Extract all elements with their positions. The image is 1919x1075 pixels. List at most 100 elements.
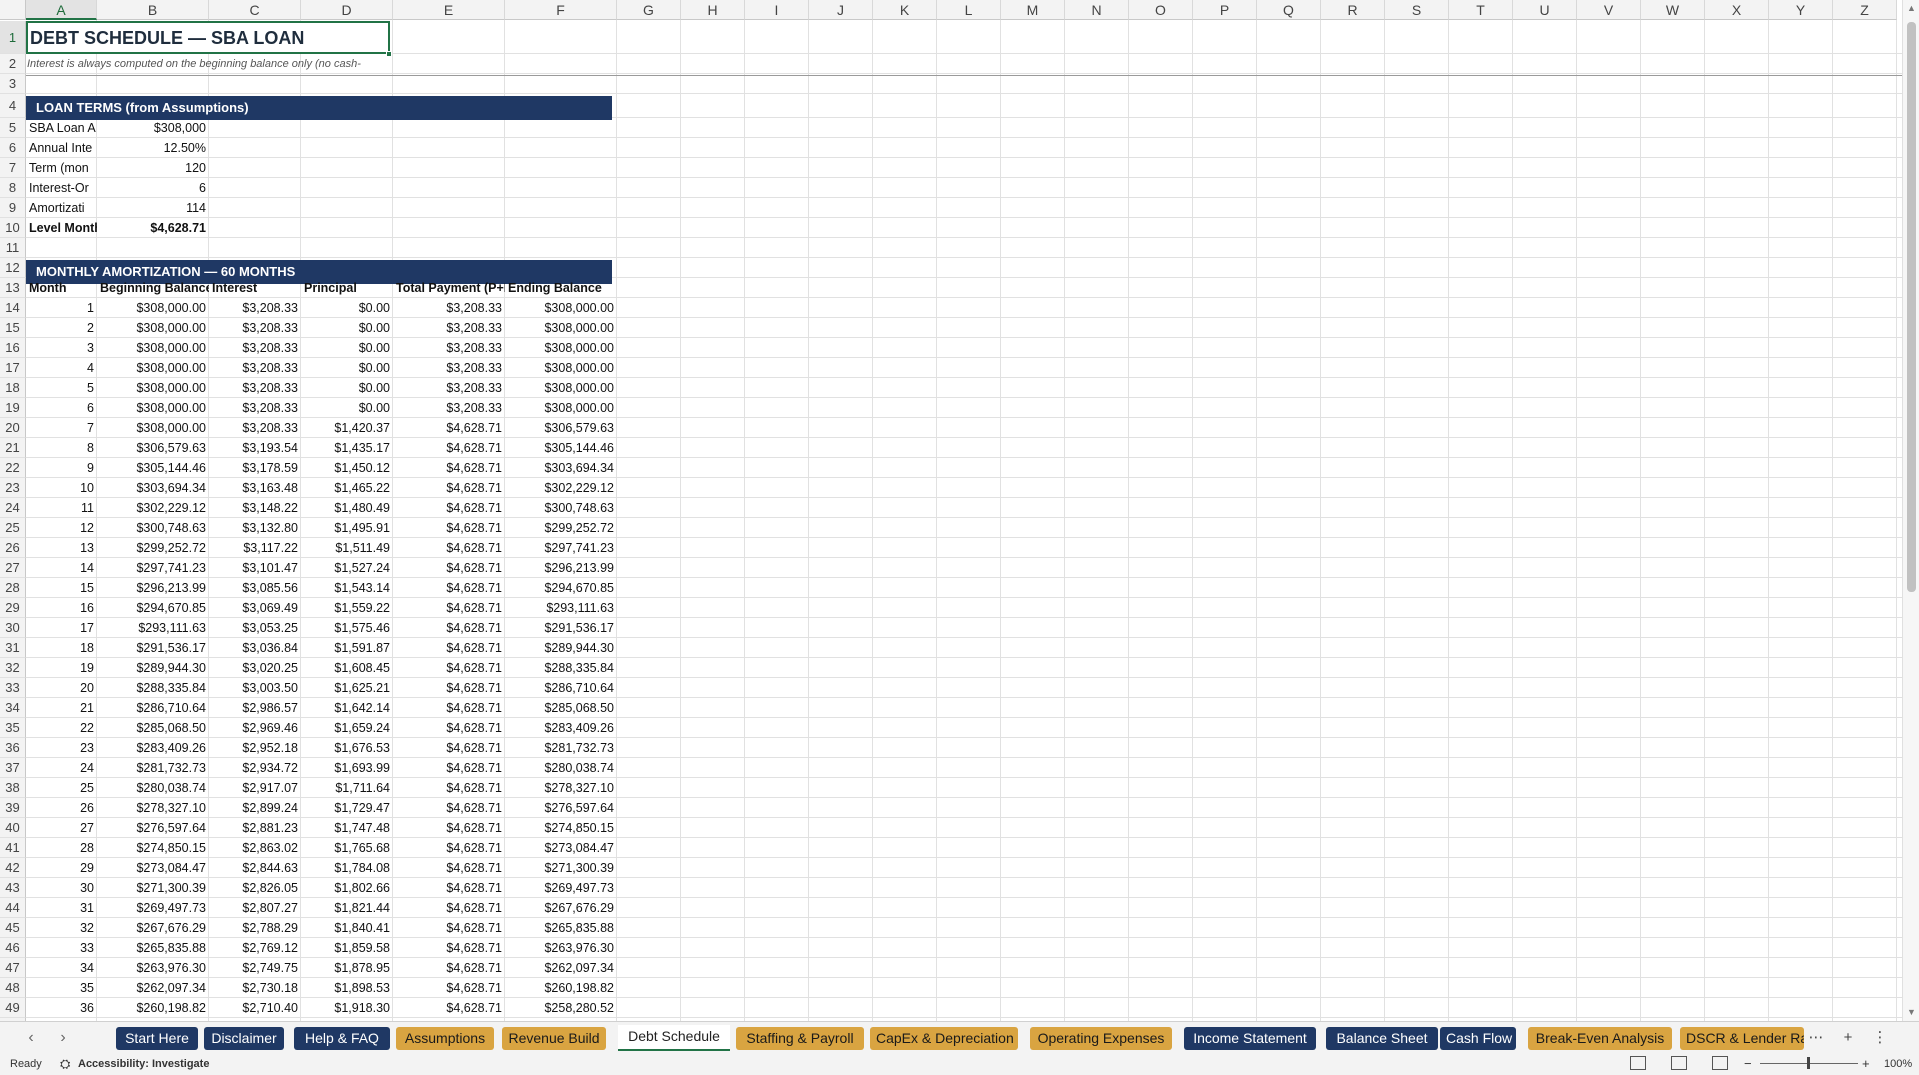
table-cell[interactable]: 28 <box>26 838 97 858</box>
row-header[interactable]: 40 <box>0 818 26 838</box>
row-header[interactable]: 38 <box>0 778 26 798</box>
table-cell[interactable]: 1 <box>26 298 97 318</box>
page-break-view-icon[interactable] <box>1712 1056 1728 1070</box>
table-cell[interactable]: $289,944.30 <box>505 638 617 658</box>
table-cell[interactable]: $260,198.82 <box>97 998 209 1018</box>
table-cell[interactable]: $0.00 <box>301 398 393 418</box>
row-header[interactable]: 10 <box>0 218 26 238</box>
table-cell[interactable]: $1,859.58 <box>301 938 393 958</box>
loan-term-value[interactable]: 6 <box>97 178 209 198</box>
table-cell[interactable]: $4,628.71 <box>393 918 505 938</box>
table-cell[interactable]: $4,628.71 <box>393 718 505 738</box>
row-header[interactable]: 39 <box>0 798 26 818</box>
sheet-tab[interactable]: Help & FAQ <box>294 1027 390 1050</box>
table-cell[interactable]: 30 <box>26 878 97 898</box>
row-header[interactable]: 6 <box>0 138 26 158</box>
sheet-tab[interactable]: Staffing & Payroll <box>736 1027 864 1050</box>
sheet-tab[interactable]: Start Here <box>116 1027 198 1050</box>
table-cell[interactable]: $308,000.00 <box>505 338 617 358</box>
table-cell[interactable]: $291,536.17 <box>97 638 209 658</box>
table-cell[interactable]: 4 <box>26 358 97 378</box>
table-cell[interactable]: 23 <box>26 738 97 758</box>
table-cell[interactable]: $4,628.71 <box>393 658 505 678</box>
table-cell[interactable]: $4,628.71 <box>393 798 505 818</box>
table-cell[interactable]: 34 <box>26 958 97 978</box>
table-cell[interactable]: $4,628.71 <box>393 858 505 878</box>
table-cell[interactable]: $308,000.00 <box>505 358 617 378</box>
table-cell[interactable]: $1,821.44 <box>301 898 393 918</box>
table-cell[interactable]: $269,497.73 <box>505 878 617 898</box>
column-header[interactable]: A <box>26 0 97 20</box>
row-header[interactable]: 29 <box>0 598 26 618</box>
table-cell[interactable]: 3 <box>26 338 97 358</box>
table-cell[interactable]: $303,694.34 <box>97 478 209 498</box>
table-cell[interactable]: $0.00 <box>301 358 393 378</box>
row-header[interactable]: 22 <box>0 458 26 478</box>
table-cell[interactable]: $3,208.33 <box>393 298 505 318</box>
table-cell[interactable]: $281,732.73 <box>505 738 617 758</box>
table-cell[interactable]: $1,495.91 <box>301 518 393 538</box>
column-header[interactable]: Z <box>1833 0 1897 20</box>
row-header[interactable]: 7 <box>0 158 26 178</box>
more-sheets-icon[interactable]: ⋯ <box>1806 1028 1826 1048</box>
row-header[interactable]: 4 <box>0 94 26 118</box>
table-cell[interactable]: $278,327.10 <box>97 798 209 818</box>
column-header[interactable]: D <box>301 0 393 20</box>
table-cell[interactable]: $289,944.30 <box>97 658 209 678</box>
row-header[interactable]: 43 <box>0 878 26 898</box>
table-cell[interactable]: $269,497.73 <box>97 898 209 918</box>
table-cell[interactable]: $306,579.63 <box>505 418 617 438</box>
column-header[interactable]: S <box>1385 0 1449 20</box>
column-header[interactable]: U <box>1513 0 1577 20</box>
loan-term-label[interactable]: Interest-Or <box>26 178 97 198</box>
loan-term-value[interactable]: 12.50% <box>97 138 209 158</box>
table-cell[interactable]: $300,748.63 <box>505 498 617 518</box>
table-cell[interactable]: $2,881.23 <box>209 818 301 838</box>
table-cell[interactable]: 22 <box>26 718 97 738</box>
table-cell[interactable]: $1,575.46 <box>301 618 393 638</box>
table-cell[interactable]: $1,918.30 <box>301 998 393 1018</box>
table-cell[interactable]: $4,628.71 <box>393 598 505 618</box>
table-cell[interactable]: $283,409.26 <box>505 718 617 738</box>
table-cell[interactable]: $1,450.12 <box>301 458 393 478</box>
next-sheet-icon[interactable]: › <box>52 1028 74 1048</box>
table-cell[interactable]: $4,628.71 <box>393 478 505 498</box>
table-cell[interactable]: 36 <box>26 998 97 1018</box>
table-cell[interactable]: $4,628.71 <box>393 578 505 598</box>
table-cell[interactable]: $278,327.10 <box>505 778 617 798</box>
column-header[interactable]: M <box>1001 0 1065 20</box>
loan-term-label[interactable]: Amortizati <box>26 198 97 218</box>
table-cell[interactable]: $1,840.41 <box>301 918 393 938</box>
table-cell[interactable]: 17 <box>26 618 97 638</box>
row-header[interactable]: 16 <box>0 338 26 358</box>
table-column-header[interactable]: Interest <box>209 278 301 298</box>
row-header[interactable]: 42 <box>0 858 26 878</box>
row-header[interactable]: 45 <box>0 918 26 938</box>
table-cell[interactable]: $296,213.99 <box>505 558 617 578</box>
table-cell[interactable]: $4,628.71 <box>393 778 505 798</box>
column-header[interactable]: K <box>873 0 937 20</box>
zoom-level[interactable]: 100% <box>1884 1053 1912 1075</box>
table-cell[interactable]: $262,097.34 <box>97 978 209 998</box>
table-cell[interactable]: $3,163.48 <box>209 478 301 498</box>
row-header[interactable]: 26 <box>0 538 26 558</box>
sheet-tab[interactable]: Operating Expenses <box>1030 1027 1172 1050</box>
row-header[interactable]: 3 <box>0 74 26 94</box>
table-cell[interactable]: $1,878.95 <box>301 958 393 978</box>
add-sheet-icon[interactable]: + <box>1838 1028 1858 1048</box>
row-header[interactable]: 24 <box>0 498 26 518</box>
table-cell[interactable]: $4,628.71 <box>393 418 505 438</box>
row-header[interactable]: 37 <box>0 758 26 778</box>
table-cell[interactable]: $263,976.30 <box>97 958 209 978</box>
row-header[interactable]: 5 <box>0 118 26 138</box>
row-header[interactable]: 35 <box>0 718 26 738</box>
row-header[interactable]: 32 <box>0 658 26 678</box>
column-header[interactable]: F <box>505 0 617 20</box>
sheet-tab[interactable]: Debt Schedule <box>618 1025 730 1051</box>
table-cell[interactable]: $273,084.47 <box>97 858 209 878</box>
table-cell[interactable]: $3,132.80 <box>209 518 301 538</box>
sheet-subtitle-cell[interactable]: Interest is always computed on the begin… <box>26 55 390 74</box>
table-cell[interactable]: $3,208.33 <box>209 378 301 398</box>
table-cell[interactable]: $308,000.00 <box>97 418 209 438</box>
table-cell[interactable]: $4,628.71 <box>393 618 505 638</box>
